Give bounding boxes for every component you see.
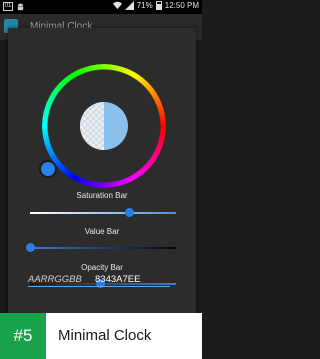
hex-input[interactable]: AARRGGBB 8343A7EE xyxy=(28,274,178,288)
signal-icon xyxy=(124,1,134,10)
color-preview[interactable] xyxy=(80,102,128,150)
status-bar: 01 71% 12:50 PM xyxy=(0,0,202,14)
old-color-preview xyxy=(80,102,104,150)
color-wheel[interactable] xyxy=(39,64,166,188)
value-bar-label: Value Bar xyxy=(84,227,120,236)
saturation-slider[interactable] xyxy=(30,208,176,217)
rank-number: #5 xyxy=(0,313,46,359)
saturation-thumb[interactable] xyxy=(125,208,135,217)
value-thumb[interactable] xyxy=(26,243,35,252)
hue-thumb[interactable] xyxy=(39,160,57,178)
wifi-icon xyxy=(112,1,122,10)
saturation-bar-label: Saturation Bar xyxy=(76,191,128,200)
hex-value[interactable]: 8343A7EE xyxy=(95,274,140,285)
battery-icon xyxy=(155,1,162,10)
android-icon xyxy=(17,2,24,10)
opacity-bar-label: Opacity Bar xyxy=(81,263,123,272)
value-slider[interactable] xyxy=(26,243,176,252)
badge-title: Minimal Clock xyxy=(58,327,152,344)
notification-icon: 01 xyxy=(3,2,13,11)
rank-badge: #5 Minimal Clock xyxy=(0,313,202,359)
battery-percent: 71% xyxy=(136,1,153,10)
hex-placeholder: AARRGGBB xyxy=(28,274,82,285)
clock-time: 12:50 PM xyxy=(164,1,199,10)
hex-underline xyxy=(28,286,170,287)
